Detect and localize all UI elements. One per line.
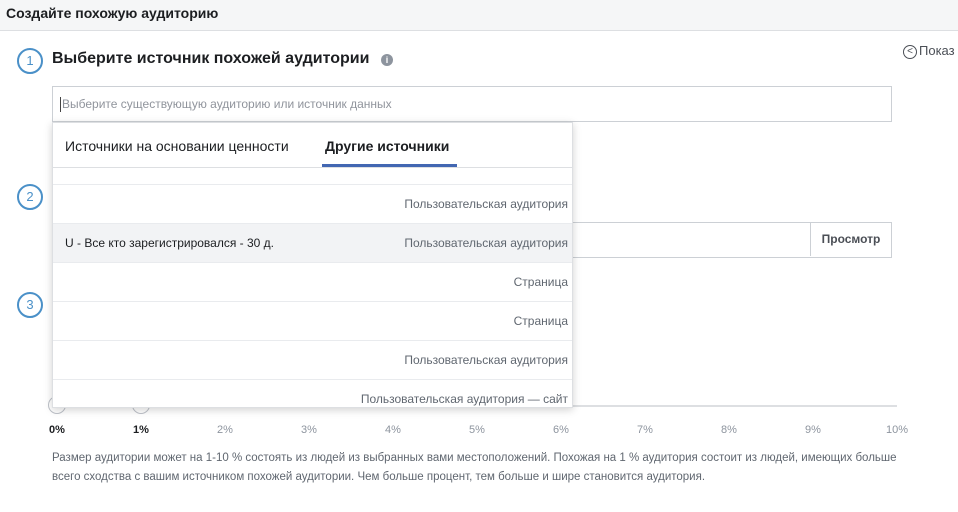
source-option-type: Страница [513,275,568,289]
audience-size-help: Размер аудитории может на 1-10 % состоят… [52,452,897,483]
tab-other-sources[interactable]: Другие источники [325,138,449,154]
source-option[interactable]: Пользовательская аудитория — сайт [53,379,572,407]
source-option[interactable]: Страница [53,262,572,301]
slider-tick: 0% [49,424,65,436]
slider-tick: 2% [217,424,233,436]
source-option-type: Пользовательская аудитория [404,236,568,250]
tab-value-based-sources[interactable]: Источники на основании ценности [65,138,289,154]
show-link-label: Показ [919,43,955,58]
source-option-type: Пользовательская аудитория — сайт [360,392,568,406]
source-tabs: Источники на основании ценности Другие и… [53,123,572,168]
step-3-indicator: 3 [17,292,43,318]
slider-tick: 1% [133,424,149,436]
active-tab-indicator [322,164,457,167]
step-2-indicator: 2 [17,184,43,210]
slider-tick: 9% [805,424,821,436]
slider-tick: 6% [553,424,569,436]
slider-tick: 4% [385,424,401,436]
source-option[interactable]: Пользовательская аудитория [53,184,572,223]
source-option[interactable]: Пользовательская аудитория [53,340,572,379]
slider-tick: 7% [637,424,653,436]
slider-tick: 8% [721,424,737,436]
step-1-indicator: 1 [17,48,43,74]
source-option-type: Пользовательская аудитория [404,353,568,367]
source-option[interactable]: Страница [53,301,572,340]
source-heading: Выберите источник похожей аудитории [52,50,370,67]
show-link[interactable]: < Показ [903,43,955,59]
text-caret [60,97,61,112]
source-option-name: U - Все кто зарегистрировался - 30 д. [65,236,275,250]
modal-title: Создайте похожую аудиторию [6,5,219,21]
source-search-field[interactable] [52,86,892,122]
preview-button[interactable]: Просмотр [810,222,891,256]
slider-tick: 5% [469,424,485,436]
source-option-type: Пользовательская аудитория [404,197,568,211]
chevron-left-icon: < [903,44,917,59]
slider-tick: 3% [301,424,317,436]
info-icon[interactable]: i [381,54,393,66]
source-dropdown: Источники на основании ценности Другие и… [52,122,573,408]
slider-tick: 10% [885,424,909,436]
source-option-type: Страница [513,314,568,328]
source-option[interactable]: U - Все кто зарегистрировался - 30 д. По… [53,223,572,262]
modal-header: Создайте похожую аудиторию [0,0,958,31]
source-search-input[interactable] [62,87,862,121]
